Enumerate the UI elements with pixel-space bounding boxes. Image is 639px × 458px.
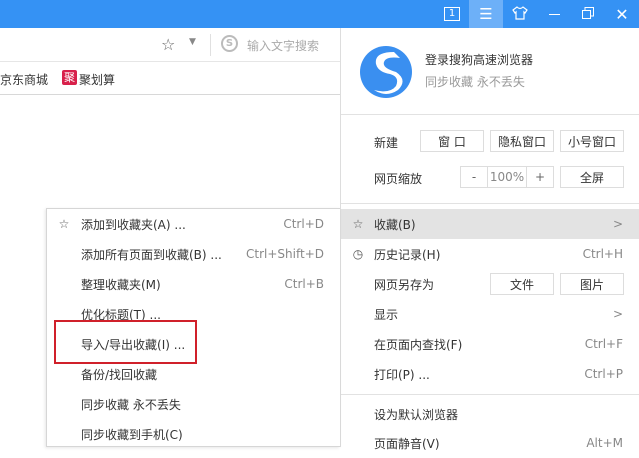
menu-item-default-browser[interactable]: 设为默认浏览器 <box>341 399 639 429</box>
login-title[interactable]: 登录搜狗高速浏览器 <box>425 51 533 68</box>
menu-item-favorites[interactable]: ☆ 收藏(B) > <box>341 209 639 239</box>
fullscreen-button[interactable]: 全屏 <box>560 166 624 188</box>
menu-item-mute[interactable]: 页面静音(V) Alt+M <box>341 428 639 458</box>
menu-item-find[interactable]: 在页面内查找(F) Ctrl+F <box>341 329 639 359</box>
highlight-annotation-box <box>54 320 197 364</box>
clock-icon: ◷ <box>352 247 364 261</box>
save-image-button[interactable]: 图片 <box>560 273 624 295</box>
menu-item-label: 收藏(B) <box>374 217 416 232</box>
menu-item-label: 网页另存为 <box>374 277 435 292</box>
menu-item-label: 在页面内查找(F) <box>374 337 463 352</box>
submenu-item-organize[interactable]: 整理收藏夹(M) Ctrl+B <box>47 269 341 299</box>
new-private-window-button[interactable]: 隐私窗口 <box>490 130 554 152</box>
shortcut: Ctrl+D <box>283 217 324 231</box>
tab-count-button[interactable]: 1 <box>435 0 469 28</box>
minimize-icon <box>548 13 560 15</box>
title-bar: 1 ☰ ✕ <box>0 0 639 28</box>
dropdown-arrow-icon[interactable]: ▼ <box>189 37 196 47</box>
close-button[interactable]: ✕ <box>605 0 639 28</box>
restore-icon <box>582 6 594 22</box>
chevron-right-icon: > <box>612 217 623 231</box>
chevron-right-icon: > <box>612 307 623 321</box>
menu-item-label: 设为默认浏览器 <box>374 407 459 422</box>
submenu-item-sync-phone[interactable]: 同步收藏到手机(C) <box>47 419 341 449</box>
bookmark-star-icon[interactable]: ☆ <box>161 35 175 54</box>
submenu-item-add-all[interactable]: 添加所有页面到收藏(B) ... Ctrl+Shift+D <box>47 239 341 269</box>
main-menu: 登录搜狗高速浏览器 同步收藏 永不丢失 新建 窗 口 隐私窗口 小号窗口 网页缩… <box>340 28 639 451</box>
login-subtitle: 同步收藏 永不丢失 <box>425 75 525 89</box>
save-file-button[interactable]: 文件 <box>490 273 554 295</box>
menu-item-print[interactable]: 打印(P) ... Ctrl+P <box>341 359 639 389</box>
menu-item-label: 同步收藏 永不丢失 <box>81 397 181 412</box>
divider <box>341 114 639 115</box>
menu-item-label: 同步收藏到手机(C) <box>81 427 183 442</box>
divider <box>341 394 639 395</box>
divider <box>341 203 639 204</box>
menu-item-label: 历史记录(H) <box>374 247 441 262</box>
menu-item-label: 整理收藏夹(M) <box>81 277 161 292</box>
skin-button[interactable] <box>503 0 537 28</box>
new-window-button[interactable]: 窗 口 <box>420 130 484 152</box>
sogou-search-icon: S <box>221 35 238 52</box>
minimize-button[interactable] <box>537 0 571 28</box>
bookmark-jd[interactable]: 京东商城 <box>0 71 48 88</box>
login-area[interactable]: 登录搜狗高速浏览器 同步收藏 永不丢失 <box>341 28 639 114</box>
menu-item-label: 显示 <box>374 307 399 322</box>
shortcut: Ctrl+P <box>584 367 623 381</box>
star-icon: ☆ <box>58 217 70 231</box>
shortcut: Ctrl+H <box>582 247 623 261</box>
menu-item-display[interactable]: 显示 > <box>341 299 639 329</box>
menu-icon: ☰ <box>479 5 493 23</box>
zoom-value: 100% <box>487 166 527 188</box>
new-label: 新建 <box>374 136 399 150</box>
new-small-window-button[interactable]: 小号窗口 <box>560 130 624 152</box>
submenu-item-add-favorite[interactable]: ☆ 添加到收藏夹(A) ... Ctrl+D <box>47 209 341 239</box>
menu-item-label: 页面静音(V) <box>374 436 440 451</box>
tab-count-icon: 1 <box>443 7 461 21</box>
close-icon: ✕ <box>615 4 629 24</box>
shortcut: Alt+M <box>586 436 623 450</box>
shortcut: Ctrl+Shift+D <box>246 247 324 261</box>
zoom-out-button[interactable]: - <box>460 166 488 188</box>
search-input[interactable]: 输入文字搜索 <box>247 37 319 54</box>
star-icon: ☆ <box>352 217 364 231</box>
menu-item-label: 添加到收藏夹(A) ... <box>81 217 186 232</box>
sogou-logo-icon <box>360 46 412 98</box>
zoom-in-button[interactable]: + <box>526 166 554 188</box>
skin-icon <box>512 5 528 23</box>
bookmark-juhuasuan[interactable]: 聚划算 <box>79 71 115 88</box>
shortcut: Ctrl+F <box>584 337 623 351</box>
divider <box>210 34 211 56</box>
restore-button[interactable] <box>571 0 605 28</box>
submenu-item-sync[interactable]: 同步收藏 永不丢失 <box>47 389 341 419</box>
menu-item-label: 打印(P) ... <box>374 367 430 382</box>
menu-item-history[interactable]: ◷ 历史记录(H) Ctrl+H <box>341 239 639 269</box>
zoom-label: 网页缩放 <box>374 172 423 186</box>
shortcut: Ctrl+B <box>284 277 324 291</box>
menu-item-label: 备份/找回收藏 <box>81 367 158 382</box>
menu-item-label: 添加所有页面到收藏(B) ... <box>81 247 222 262</box>
juhuasuan-icon: 聚 <box>62 70 77 85</box>
bookmarks-bar: 京东商城 聚 聚划算 <box>0 62 340 95</box>
address-toolbar: ☆ ▼ S 输入文字搜索 <box>0 28 340 62</box>
menu-button[interactable]: ☰ <box>469 0 503 28</box>
